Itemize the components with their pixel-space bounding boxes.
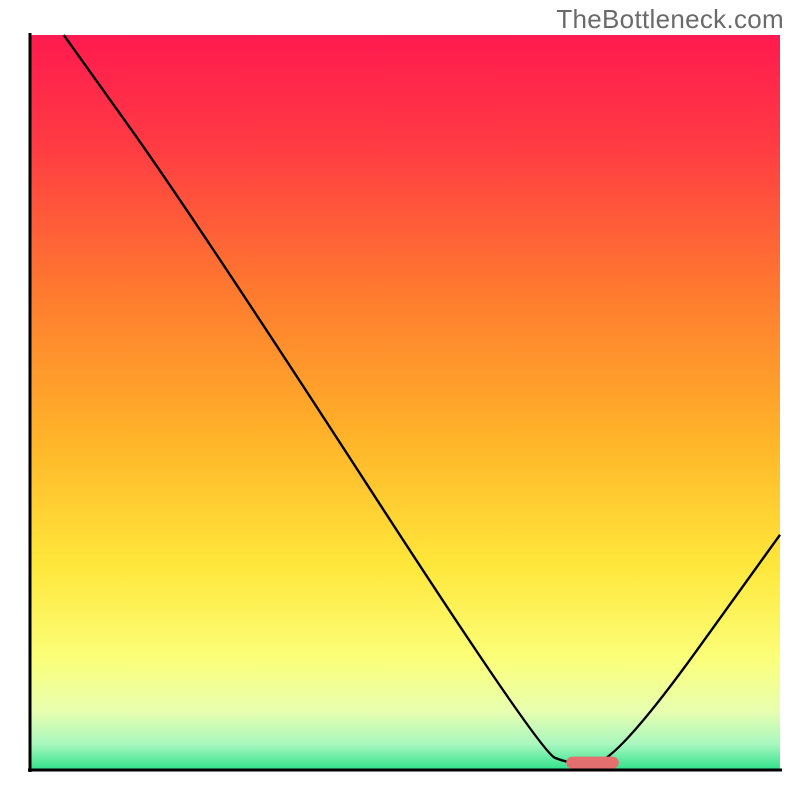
chart-svg [0, 0, 800, 800]
bottleneck-chart: TheBottleneck.com [0, 0, 800, 800]
optimal-marker [566, 757, 619, 769]
watermark-text: TheBottleneck.com [556, 4, 784, 35]
